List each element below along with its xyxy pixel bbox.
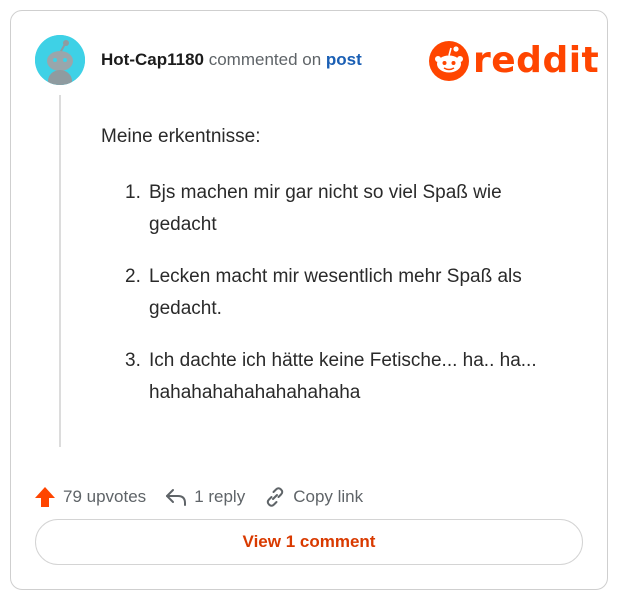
copy-link-label: Copy link	[293, 487, 364, 506]
thread-line	[59, 95, 61, 447]
view-comment-button[interactable]: View 1 comment	[35, 519, 583, 565]
link-icon	[266, 487, 284, 507]
commented-on-text: commented on	[208, 50, 322, 69]
list-item-text: Bjs machen mir gar nicht so viel Spaß wi…	[149, 182, 502, 235]
reddit-logo: reddit	[429, 39, 599, 83]
comment-intro: Meine erkentnisse:	[101, 126, 261, 147]
reply-button[interactable]: 1 reply	[164, 485, 245, 509]
post-link[interactable]: post	[326, 50, 362, 69]
snoo-avatar-icon	[35, 35, 85, 85]
list-item-text: Lecken macht mir wesentlich mehr Spaß al…	[149, 266, 522, 319]
reply-label: 1 reply	[194, 487, 246, 506]
copy-link-button[interactable]: Copy link	[263, 485, 363, 509]
username-link[interactable]: Hot-Cap1180	[101, 50, 204, 69]
reddit-snoo-icon	[429, 41, 469, 81]
list-item-number: 1.	[125, 182, 141, 203]
comment-header: Hot-Cap1180 commented on post	[101, 47, 362, 73]
list-item-number: 3.	[125, 350, 141, 371]
list-item-text: Ich dachte ich hätte keine Fetische... h…	[149, 350, 537, 403]
list-item-number: 2.	[125, 266, 141, 287]
reply-arrow-icon	[166, 489, 187, 506]
upvote-count: 79 upvotes	[63, 487, 147, 506]
avatar[interactable]	[35, 35, 85, 85]
comment-card: Hot-Cap1180 commented on post reddit Mei…	[10, 10, 608, 590]
list-item: 2. Lecken macht mir wesentlich mehr Spaß…	[125, 261, 565, 325]
upvote-button[interactable]: 79 upvotes	[33, 485, 146, 509]
upvote-arrow-icon	[35, 487, 55, 507]
reddit-wordmark: reddit	[473, 40, 600, 81]
list-item: 1. Bjs machen mir gar nicht so viel Spaß…	[125, 177, 565, 241]
comment-actions: 79 upvotes 1 reply Copy link	[33, 483, 381, 511]
list-item: 3. Ich dachte ich hätte keine Fetische..…	[125, 345, 565, 409]
